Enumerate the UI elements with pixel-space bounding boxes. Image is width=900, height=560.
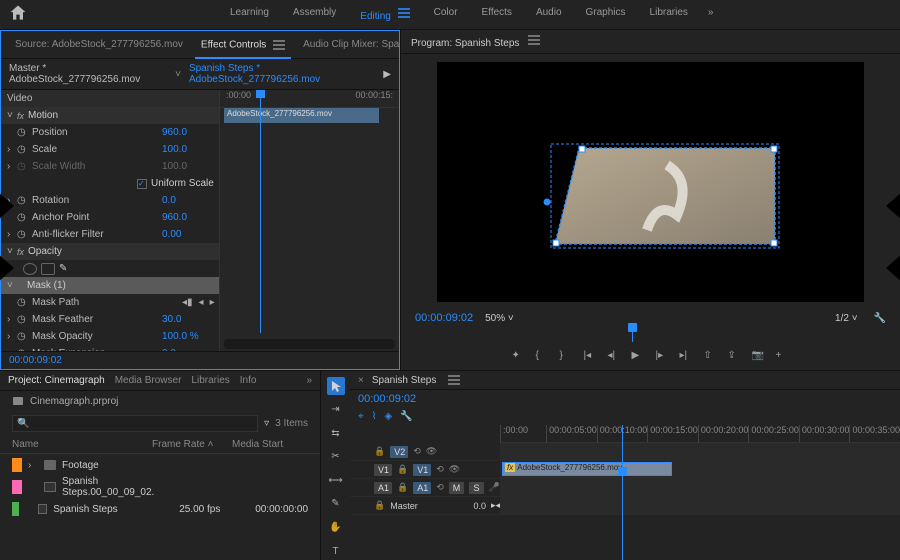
bin-icon xyxy=(44,460,56,470)
ripple-edit-tool-icon[interactable]: ⇆ xyxy=(327,424,345,442)
program-transport: ✦ { } |◂ ◂| ▶ |▸ ▸| ⇧ ⇪ 📷 + xyxy=(401,344,900,370)
settings-icon[interactable]: 🔧 xyxy=(874,313,886,324)
pen-tool-icon[interactable]: ✎ xyxy=(327,495,345,513)
mic-icon[interactable]: 🎤 xyxy=(489,482,500,493)
track-reverse-icon[interactable]: ◂▮ xyxy=(182,297,193,308)
ec-playhead[interactable] xyxy=(260,90,261,333)
ec-clip-bar[interactable]: AdobeStock_277796256.mov xyxy=(224,108,379,123)
timeline-settings-icon[interactable]: 🔧 xyxy=(400,411,412,422)
carousel-next-icon xyxy=(886,254,900,282)
ec-scrollbar[interactable] xyxy=(224,339,395,349)
timeline-panel: × Spanish Steps 00:00:09:02 ⌖ ⌇ ◈ 🔧 :00:… xyxy=(350,370,900,560)
tab-project[interactable]: Project: Cinemagraph xyxy=(8,375,105,386)
go-to-out-icon[interactable]: ▸| xyxy=(680,350,694,364)
sequence-icon xyxy=(38,504,47,514)
sync-lock-icon[interactable]: ⟲ xyxy=(413,446,421,457)
ws-assembly[interactable]: Assembly xyxy=(281,0,348,30)
project-panel: Project: Cinemagraph Media Browser Libra… xyxy=(0,370,320,560)
still-icon xyxy=(44,482,56,492)
filter-icon[interactable]: ▿ xyxy=(264,418,269,429)
mark-in-icon[interactable]: { xyxy=(536,350,550,364)
track-a1[interactable]: A1 🔒 A1 ⟲ M S 🎤 xyxy=(350,479,900,497)
go-to-in-icon[interactable]: |◂ xyxy=(584,350,598,364)
ws-graphics[interactable]: Graphics xyxy=(574,0,638,30)
step-forward-icon[interactable]: |▸ xyxy=(656,350,670,364)
lift-icon[interactable]: ⇧ xyxy=(704,350,718,364)
step-back-icon[interactable]: ◂| xyxy=(608,350,622,364)
tab-effect-controls[interactable]: Effect Controls xyxy=(195,35,291,59)
workspace-tabs: Learning Assembly Editing Color Effects … xyxy=(218,0,721,30)
chevron-right-icon[interactable]: ▸◂ xyxy=(491,500,500,511)
program-playhead[interactable] xyxy=(632,328,633,342)
resolution-select[interactable]: 1/2 ˅ xyxy=(835,313,858,324)
project-item-bin[interactable]: › Footage xyxy=(12,456,308,474)
slip-tool-icon[interactable]: ⟷ xyxy=(327,472,345,490)
extract-icon[interactable]: ⇪ xyxy=(728,350,742,364)
track-master[interactable]: 🔒 Master 0.0 ▸◂ xyxy=(350,497,900,515)
tab-info[interactable]: Info xyxy=(240,375,257,386)
timeline-ruler[interactable]: :00:00 00:00:05:00 00:00:10:00 00:00:15:… xyxy=(500,425,900,443)
program-monitor-panel: Program: Spanish Steps xyxy=(400,30,900,370)
mask-shape-overlay[interactable] xyxy=(547,140,783,252)
selection-tool-icon[interactable] xyxy=(327,377,345,395)
program-time-ruler[interactable] xyxy=(415,328,886,342)
mark-out-icon[interactable]: } xyxy=(560,350,574,364)
program-timecode[interactable]: 00:00:09:02 xyxy=(415,312,473,324)
track-back-icon[interactable]: ◂ xyxy=(199,297,204,308)
project-file-label: Cinemagraph.prproj xyxy=(0,391,320,411)
add-marker-icon[interactable]: ✦ xyxy=(512,350,526,364)
linked-selection-icon[interactable]: ⌇ xyxy=(372,411,377,422)
ws-overflow-icon[interactable]: » xyxy=(700,0,722,30)
uniform-scale-checkbox[interactable] xyxy=(137,179,147,189)
timeline-clip[interactable]: fxAdobeStock_277796256.mov xyxy=(502,462,672,476)
program-title: Program: Spanish Steps xyxy=(401,30,900,54)
type-tool-icon[interactable]: T xyxy=(327,542,345,560)
ws-audio[interactable]: Audio xyxy=(524,0,574,30)
eye-icon[interactable]: 👁 xyxy=(426,446,437,457)
mask-pen-icon[interactable]: ✎ xyxy=(59,263,73,275)
marker-icon[interactable]: ◈ xyxy=(385,411,393,422)
timeline-tools: ⇥ ⇆ ✂ ⟷ ✎ ✋ T xyxy=(320,370,350,560)
ws-color[interactable]: Color xyxy=(422,0,470,30)
tab-media-browser[interactable]: Media Browser xyxy=(115,375,182,386)
button-editor-icon[interactable]: + xyxy=(776,350,790,364)
mask-rectangle-icon[interactable] xyxy=(41,263,55,275)
play-icon[interactable]: ▶ xyxy=(632,350,646,364)
timeline-timecode[interactable]: 00:00:09:02 xyxy=(358,393,416,405)
home-icon[interactable] xyxy=(8,3,28,26)
effect-controls-timeline[interactable]: :00:00 00:00:15: AdobeStock_277796256.mo… xyxy=(219,90,399,351)
track-v2[interactable]: 🔒 V2 ⟲ 👁 xyxy=(350,443,900,461)
fx-badge: fx xyxy=(505,463,515,472)
mask-ellipse-icon[interactable] xyxy=(23,263,37,275)
export-frame-icon[interactable]: 📷 xyxy=(752,350,766,364)
carousel-prev-icon xyxy=(0,254,14,282)
carousel-prev-icon xyxy=(0,192,14,220)
ws-libraries[interactable]: Libraries xyxy=(638,0,700,30)
snap-icon[interactable]: ⌖ xyxy=(358,411,364,422)
effect-controls-timecode[interactable]: 00:00:09:02 xyxy=(1,351,399,369)
project-item-still[interactable]: Spanish Steps.00_00_09_02. xyxy=(12,474,308,500)
project-item-sequence[interactable]: Spanish Steps 25.00 fps 00:00:00:00 xyxy=(12,500,308,518)
ws-effects[interactable]: Effects xyxy=(470,0,524,30)
razor-tool-icon[interactable]: ✂ xyxy=(327,448,345,466)
panel-overflow-icon[interactable]: » xyxy=(306,375,312,386)
program-viewer[interactable] xyxy=(437,62,864,302)
carousel-next-icon xyxy=(886,192,900,220)
ws-editing[interactable]: Editing xyxy=(348,0,421,32)
stopwatch-icon[interactable]: ◷ xyxy=(17,127,29,138)
clip-sequence-path: Master * AdobeStock_277796256.mov ˅ Span… xyxy=(1,59,399,90)
tab-libraries[interactable]: Libraries xyxy=(191,375,229,386)
ws-learning[interactable]: Learning xyxy=(218,0,281,30)
track-forward-icon[interactable]: ▸ xyxy=(210,297,215,308)
lock-icon[interactable]: 🔒 xyxy=(374,446,385,457)
item-count-label: 3 Items xyxy=(275,418,308,429)
project-columns-header[interactable]: Name Frame Rate ˄ Media Start xyxy=(0,436,320,454)
hand-tool-icon[interactable]: ✋ xyxy=(327,519,345,537)
tab-source[interactable]: Source: AdobeStock_277796256.mov xyxy=(9,35,189,54)
effect-controls-panel: Source: AdobeStock_277796256.mov Effect … xyxy=(0,30,400,370)
track-select-tool-icon[interactable]: ⇥ xyxy=(327,401,345,419)
zoom-select[interactable]: 50% ˅ xyxy=(481,313,518,324)
sequence-tab[interactable]: Spanish Steps xyxy=(372,375,437,386)
project-search-input[interactable] xyxy=(12,415,258,432)
